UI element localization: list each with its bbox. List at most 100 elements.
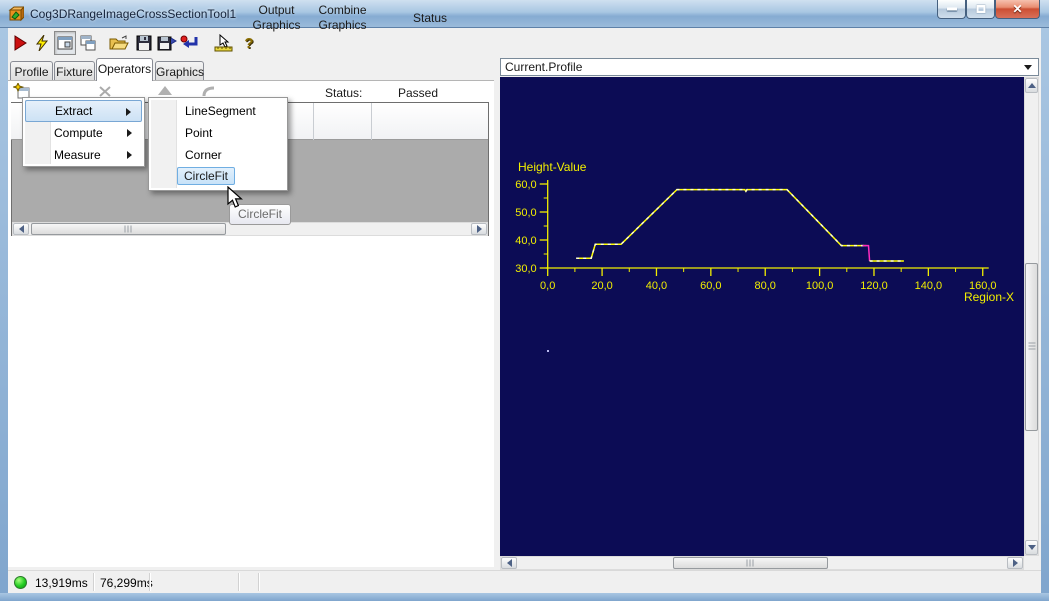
show-results-toggle-button[interactable] [54,31,76,55]
help-button[interactable]: ? [238,31,260,55]
application-window: Cog3DRangeImageCrossSectionTool1 ✕ [0,0,1049,601]
profile-vscrollbar[interactable] [1024,77,1039,556]
svg-text:40,0: 40,0 [646,280,667,292]
move-up-button[interactable] [158,86,172,95]
save-icon [136,35,152,51]
run-button[interactable] [9,31,31,55]
maximize-button[interactable] [966,0,995,19]
menu-item-corner[interactable]: Corner [151,144,285,166]
menu-item-label: Measure [54,148,101,162]
vscroll-thumb[interactable] [1025,263,1038,431]
scroll-right-icon [477,225,482,233]
svg-text:0,0: 0,0 [540,280,555,292]
menu-item-label: Point [185,126,212,140]
tab-profile[interactable]: Profile [10,61,53,81]
menu-item-circlefit[interactable]: CircleFit [177,167,235,185]
menu-item-measure[interactable]: Measure [25,144,142,166]
more-icon [202,86,216,97]
close-icon: ✕ [1012,2,1022,16]
statusbar-divider [238,573,239,591]
pointer-ruler-icon [212,34,234,52]
svg-text:140,0: 140,0 [915,280,943,292]
lightning-icon [34,35,50,51]
minimize-icon [947,8,957,11]
close-button[interactable]: ✕ [995,0,1040,19]
scroll-up-button[interactable] [1025,78,1038,93]
move-up-icon [158,86,172,95]
scroll-right-button[interactable] [1007,557,1023,569]
submenu-arrow-icon [127,151,132,159]
grip-icon [746,560,755,567]
scroll-down-icon [1028,545,1036,550]
stray-dot [547,350,549,352]
menu-item-label: CircleFit [184,169,228,183]
menu-item-extract[interactable]: Extract [25,100,142,122]
profile-hscrollbar[interactable] [500,556,1024,570]
statusbar-divider [258,573,259,591]
hscroll-thumb[interactable] [673,557,828,569]
float-window-icon [80,35,96,51]
add-operator-menu: Extract Compute Measure [22,97,145,167]
scroll-right-button[interactable] [471,223,487,235]
hscroll-thumb[interactable] [31,223,226,235]
save-button[interactable] [133,31,155,55]
scroll-left-button[interactable] [13,223,29,235]
tab-graphics[interactable]: Graphics [155,61,204,81]
scroll-right-icon [1013,559,1018,567]
titlebar[interactable]: Cog3DRangeImageCrossSectionTool1 ✕ [0,0,1049,28]
menu-item-compute[interactable]: Compute [25,122,142,144]
results-window-icon [57,36,73,50]
svg-text:Height-Value: Height-Value [518,160,587,174]
svg-text:Region-X: Region-X [964,290,1014,304]
svg-text:40,0: 40,0 [515,235,536,247]
column-header-output-graphics[interactable]: Output Graphics [240,3,313,33]
window-border-bottom [0,593,1049,601]
svg-text:30,0: 30,0 [515,263,536,275]
dropdown-button[interactable] [1020,61,1036,73]
open-button[interactable] [108,31,130,55]
profile-chart: 30,040,050,060,00,020,040,060,080,0100,0… [500,77,1024,556]
save-as-button[interactable] [156,31,178,55]
submenu-arrow-icon [127,129,132,137]
chevron-down-icon [1024,65,1032,70]
scroll-left-button[interactable] [501,557,517,569]
run-status-led [14,576,27,589]
save-as-icon [157,35,177,51]
tab-fixture[interactable]: Fixture [54,61,95,81]
electrode-button[interactable] [212,31,234,55]
statusbar-divider [93,573,94,591]
window-title: Cog3DRangeImageCrossSectionTool1 [30,7,236,21]
float-results-button[interactable] [77,31,99,55]
open-folder-icon [109,35,129,51]
window-border-right [1041,28,1049,601]
scroll-down-button[interactable] [1025,540,1038,555]
reset-arrow-icon [180,35,200,51]
menu-item-linesegment[interactable]: LineSegment [151,100,285,122]
menu-item-label: LineSegment [185,104,256,118]
svg-text:50,0: 50,0 [515,207,536,219]
svg-text:80,0: 80,0 [755,280,776,292]
profile-selector[interactable]: Current.Profile [500,58,1039,76]
menu-item-label: Extract [55,104,92,118]
run-once-button[interactable] [31,31,53,55]
column-divider [371,103,372,140]
scroll-up-icon [1028,83,1036,88]
status-value: Passed [398,86,438,100]
statusbar-divider [149,573,150,591]
extract-submenu: LineSegment Point Corner CircleFit [148,97,288,191]
column-header-combine-graphics[interactable]: Combine Graphics [314,3,371,33]
reset-button[interactable] [179,31,201,55]
status-label: Status: [325,86,362,100]
help-icon: ? [244,35,253,52]
svg-text:100,0: 100,0 [806,280,834,292]
maximize-icon [976,5,985,13]
profile-plot: 30,040,050,060,00,020,040,060,080,0100,0… [500,77,1024,556]
tab-operators[interactable]: Operators [96,58,153,81]
mouse-cursor-icon [226,186,244,210]
scroll-left-icon [507,559,512,567]
minimize-button[interactable] [937,0,966,19]
menu-item-point[interactable]: Point [151,122,285,144]
run-icon [12,35,28,51]
profile-selector-value: Current.Profile [505,60,582,74]
column-header-status[interactable]: Status [372,3,488,26]
